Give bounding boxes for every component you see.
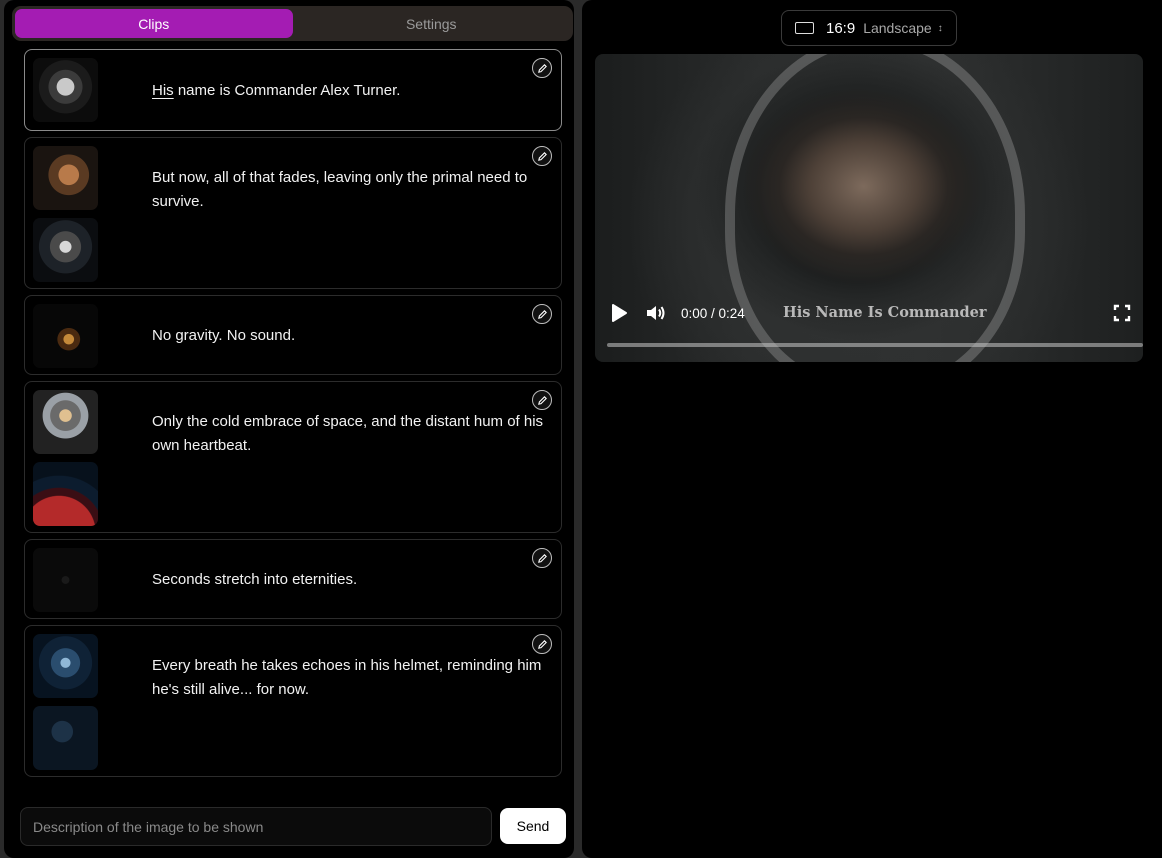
progress-bar[interactable] [607,343,1143,347]
clip-item[interactable]: His name is Commander Alex Turner. [24,49,562,131]
tab-settings[interactable]: Settings [293,9,571,38]
aspect-ratio-select[interactable]: 16:9 Landscape ↕ [781,10,957,46]
clip-thumbnail[interactable] [33,706,98,770]
edit-icon [537,63,547,73]
edit-button[interactable] [532,304,552,324]
edit-button[interactable] [532,58,552,78]
clip-thumbnail[interactable] [33,548,98,612]
aspect-mode-label: Landscape [863,20,932,36]
clip-item[interactable]: Every breath he takes echoes in his helm… [24,625,562,777]
clip-thumbnail[interactable] [33,58,98,122]
clip-thumbnail[interactable] [33,146,98,210]
clip-text: Every breath he takes echoes in his helm… [152,657,542,698]
clip-text: His name is Commander Alex Turner. [152,79,553,103]
tab-clips[interactable]: Clips [15,9,293,38]
left-panel: Clips Settings His name is Commander Ale… [4,0,574,858]
send-button[interactable]: Send [500,808,566,844]
clip-text: No gravity. No sound. [152,327,296,344]
clip-text: Only the cold embrace of space, and the … [152,413,544,454]
clip-item[interactable]: But now, all of that fades, leaving only… [24,137,562,289]
time-display: 0:00 / 0:24 [681,305,745,321]
clip-thumbnail[interactable] [33,304,98,368]
edit-button[interactable] [532,146,552,166]
clip-thumbnail[interactable] [33,634,98,698]
edit-icon [537,151,547,161]
clip-text-rest: name is Commander Alex Turner. [173,82,401,99]
description-input[interactable] [20,807,492,846]
clip-item[interactable]: No gravity. No sound. [24,295,562,375]
clip-text: But now, all of that fades, leaving only… [152,169,528,210]
aspect-ratio-value: 16:9 [826,19,856,37]
edit-icon [537,309,547,319]
play-icon[interactable] [609,303,629,323]
edit-icon [537,553,547,563]
fullscreen-icon[interactable] [1113,304,1131,322]
clip-thumbnail[interactable] [33,390,98,454]
aspect-ratio-icon [795,22,814,34]
clip-thumbnail[interactable] [33,462,98,526]
edit-icon [537,395,547,405]
edit-icon [537,639,547,649]
chevron-updown-icon: ↕ [937,22,943,34]
edit-button[interactable] [532,548,552,568]
clip-text: Seconds stretch into eternities. [152,571,358,588]
edit-button[interactable] [532,390,552,410]
clip-list: His name is Commander Alex Turner. But n… [24,49,562,783]
clip-thumbnail[interactable] [33,218,98,282]
tab-bar: Clips Settings [12,6,573,41]
clip-item[interactable]: Only the cold embrace of space, and the … [24,381,562,533]
video-caption: His Name Is Commander [783,304,987,321]
clip-text-underlined: His [152,82,174,99]
edit-button[interactable] [532,634,552,654]
volume-icon[interactable] [645,303,667,323]
clip-item[interactable]: Seconds stretch into eternities. [24,539,562,619]
preview-panel: 16:9 Landscape ↕ 0:00 / 0:24 His Name Is… [582,0,1162,858]
video-player[interactable]: 0:00 / 0:24 His Name Is Commander [595,54,1143,362]
